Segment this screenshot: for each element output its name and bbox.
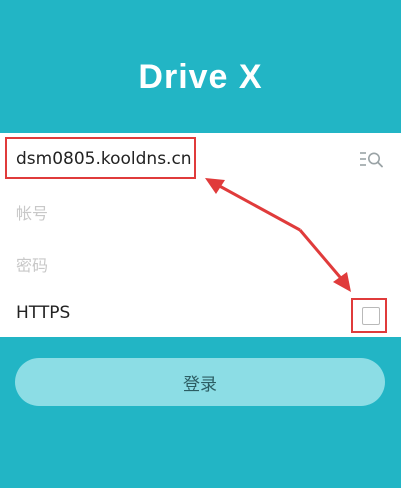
password-placeholder: 密码 [16, 256, 49, 275]
login-form: dsm0805.kooldns.cn 帐号 密码 HTTPS [0, 133, 401, 337]
https-label: HTTPS [16, 303, 71, 323]
app-title: Drive X [138, 58, 263, 96]
login-button[interactable]: 登录 [15, 358, 385, 406]
server-input-value[interactable]: dsm0805.kooldns.cn [16, 149, 192, 169]
account-placeholder: 帐号 [16, 204, 49, 223]
account-field[interactable]: 帐号 [0, 184, 401, 234]
https-checkbox[interactable] [362, 307, 380, 325]
https-row: HTTPS [0, 287, 401, 337]
server-field[interactable]: dsm0805.kooldns.cn [0, 133, 401, 184]
password-field[interactable]: 密码 [0, 236, 401, 286]
search-list-icon[interactable] [359, 150, 385, 168]
